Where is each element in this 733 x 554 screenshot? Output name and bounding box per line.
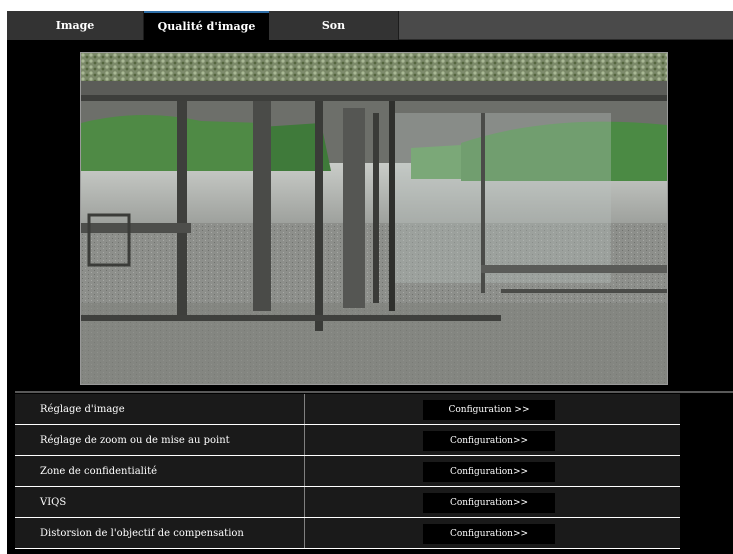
settings-row-value: Configuration>> bbox=[305, 456, 680, 486]
configuration-button-zoom-focus[interactable]: Configuration>> bbox=[423, 431, 555, 451]
settings-row-value: Configuration>> bbox=[305, 518, 680, 548]
tab-image-label: Image bbox=[55, 19, 95, 32]
settings-row-label: Distorsion de l'objectif de compensation bbox=[15, 518, 305, 548]
configuration-button-viqs[interactable]: Configuration>> bbox=[423, 493, 555, 513]
settings-row-label: Zone de confidentialité bbox=[15, 456, 305, 486]
settings-row-lens-distortion: Distorsion de l'objectif de compensation… bbox=[15, 518, 680, 549]
section-divider bbox=[15, 391, 733, 393]
tab-image-quality[interactable]: Qualité d'image bbox=[144, 11, 269, 40]
settings-row-label: Réglage d'image bbox=[15, 394, 305, 424]
settings-row-privacy-zone: Zone de confidentialité Configuration>> bbox=[15, 456, 680, 487]
settings-row-viqs: VIQS Configuration>> bbox=[15, 487, 680, 518]
settings-table: Réglage d'image Configuration >> Réglage… bbox=[15, 394, 680, 549]
settings-row-value: Configuration>> bbox=[305, 425, 680, 455]
tab-sound[interactable]: Son bbox=[269, 11, 399, 40]
configuration-button-image-adjust[interactable]: Configuration >> bbox=[423, 400, 555, 420]
settings-row-label: Réglage de zoom ou de mise au point bbox=[15, 425, 305, 455]
tab-sound-label: Son bbox=[321, 19, 346, 32]
camera-live-view bbox=[80, 52, 668, 385]
settings-row-zoom-focus: Réglage de zoom ou de mise au point Conf… bbox=[15, 425, 680, 456]
tab-image[interactable]: Image bbox=[7, 11, 144, 40]
camera-image bbox=[81, 53, 667, 384]
settings-row-image-adjust: Réglage d'image Configuration >> bbox=[15, 394, 680, 425]
settings-row-value: Configuration >> bbox=[305, 394, 680, 424]
configuration-button-lens-distortion[interactable]: Configuration>> bbox=[423, 524, 555, 544]
configuration-button-privacy-zone[interactable]: Configuration>> bbox=[423, 462, 555, 482]
tab-image-quality-label: Qualité d'image bbox=[157, 20, 256, 33]
settings-row-value: Configuration>> bbox=[305, 487, 680, 517]
settings-row-label: VIQS bbox=[15, 487, 305, 517]
